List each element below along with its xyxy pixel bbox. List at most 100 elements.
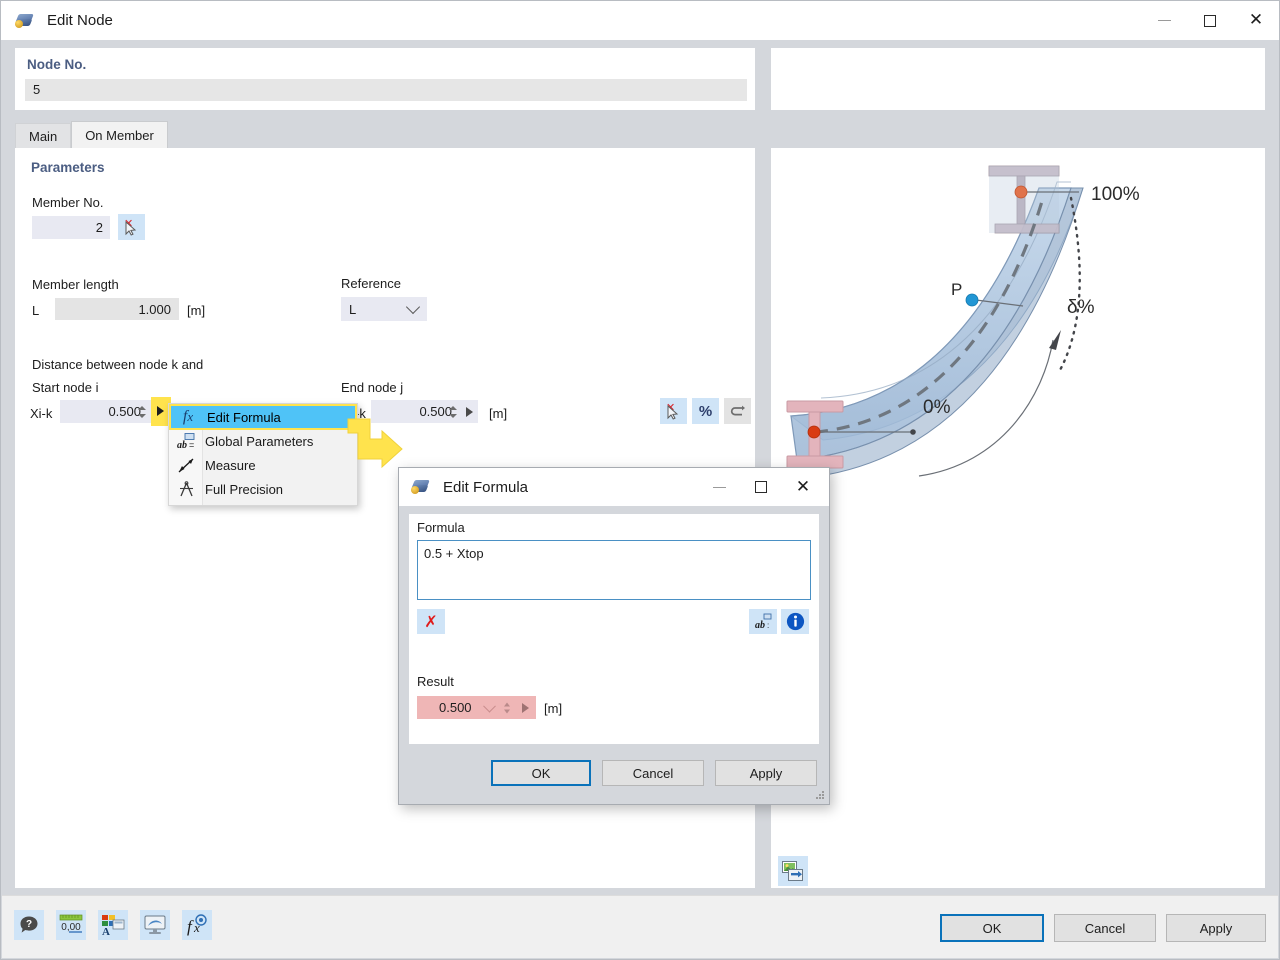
play-arrow-icon <box>157 406 164 416</box>
pick-cursor-button[interactable]: ✕ <box>660 398 687 424</box>
menu-item-edit-formula[interactable]: fx Edit Formula <box>170 405 356 429</box>
picture-button[interactable] <box>778 856 808 886</box>
dialog-title: Edit Formula <box>443 479 528 496</box>
svg-text:0,00: 0,00 <box>61 922 81 933</box>
title-bar: Edit Node ✕ <box>1 1 1279 40</box>
formula-label: Formula <box>417 520 465 535</box>
svg-text:ab: ab <box>177 440 187 450</box>
svg-text:f: f <box>187 917 194 936</box>
view-settings-button[interactable] <box>140 910 170 940</box>
node-header-right-panel <box>771 48 1265 110</box>
display-properties-button[interactable]: A <box>98 910 128 940</box>
reference-select[interactable]: L <box>341 297 427 321</box>
member-length-unit: [m] <box>187 303 205 318</box>
menu-item-label: Full Precision <box>205 482 283 497</box>
bottom-bar: ? 0,00 A <box>2 895 1278 958</box>
edit-node-window: Edit Node ✕ Node No. 5 Main On Member Pa… <box>0 0 1280 960</box>
svg-text:?: ? <box>26 919 32 930</box>
node-number-label: Node No. <box>27 57 86 72</box>
node-number-panel: Node No. 5 <box>15 48 755 110</box>
dialog-cancel-button[interactable]: Cancel <box>602 760 704 786</box>
tab-main[interactable]: Main <box>15 123 71 148</box>
menu-item-global-parameters[interactable]: ab = Global Parameters <box>169 429 357 453</box>
node-number-value: 5 <box>33 82 40 97</box>
dialog-body: Formula 0.5 + Xtop ✗ ab : <box>409 514 819 744</box>
dialog-ok-button[interactable]: OK <box>491 760 591 786</box>
member-length-value: 1.000 <box>55 302 179 317</box>
result-spinner[interactable] <box>504 701 512 714</box>
maximize-button[interactable] <box>1187 1 1233 40</box>
ab-equals-icon: ab = <box>176 431 196 451</box>
pick-cursor-icon: ✕ <box>123 219 140 236</box>
label-point-p: P <box>951 280 962 299</box>
chevron-down-icon <box>406 300 420 314</box>
reference-label: Reference <box>341 276 401 291</box>
result-label: Result <box>417 674 454 689</box>
dialog-maximize-button[interactable] <box>739 468 783 506</box>
diagram-panel: 100% δ% 0% P <box>771 148 1265 888</box>
decimal-places-icon: 0,00 <box>58 914 84 936</box>
node-number-field[interactable]: 5 <box>25 79 747 101</box>
percent-button[interactable]: % <box>692 398 719 424</box>
percent-icon: % <box>699 403 712 420</box>
parameters-heading: Parameters <box>31 160 105 175</box>
return-arrow-icon <box>729 405 746 418</box>
dialog-apply-button[interactable]: Apply <box>715 760 817 786</box>
help-button[interactable]: ? <box>14 910 44 940</box>
node-p <box>966 294 978 306</box>
distance-heading: Distance between node k and <box>32 357 203 372</box>
formula-input[interactable]: 0.5 + Xtop <box>417 540 811 600</box>
close-button[interactable]: ✕ <box>1233 1 1279 40</box>
red-x-icon: ✗ <box>424 614 437 630</box>
member-no-field[interactable]: 2 <box>32 216 110 239</box>
member-length-label: Member length <box>32 277 119 292</box>
fx-settings-button[interactable]: f x <box>182 910 212 940</box>
end-node-spinner[interactable] <box>449 405 458 419</box>
start-node-symbol: Xi-k <box>30 406 52 421</box>
decimal-places-button[interactable]: 0,00 <box>56 910 86 940</box>
resize-grip[interactable] <box>815 791 825 801</box>
dialog-title-bar: Edit Formula ✕ <box>399 468 829 506</box>
minimize-button[interactable] <box>1141 1 1187 40</box>
menu-item-full-precision[interactable]: Full Precision <box>169 477 357 501</box>
end-node-menu-arrow[interactable] <box>466 407 473 417</box>
picture-icon <box>782 861 804 881</box>
info-icon <box>786 612 805 631</box>
end-node-unit: [m] <box>489 406 507 421</box>
display-properties-icon: A <box>101 914 125 936</box>
compass-icon <box>176 479 196 499</box>
result-menu-arrow[interactable] <box>522 703 529 713</box>
svg-text:ab: ab <box>755 620 765 631</box>
result-field[interactable]: 0.500 <box>417 696 536 719</box>
main-cancel-button[interactable]: Cancel <box>1054 914 1156 942</box>
view-settings-icon <box>143 914 167 936</box>
help-balloon-icon: ? <box>19 915 39 935</box>
svg-text::: : <box>767 621 769 630</box>
info-button[interactable] <box>781 609 809 634</box>
fx-icon: fx <box>178 407 198 427</box>
tab-on-member[interactable]: On Member <box>71 121 168 148</box>
reference-value: L <box>341 302 356 317</box>
dialog-close-button[interactable]: ✕ <box>781 468 825 506</box>
menu-item-measure[interactable]: Measure <box>169 453 357 477</box>
formula-value: 0.5 + Xtop <box>424 546 484 561</box>
edit-formula-dialog: Edit Formula ✕ Formula 0.5 + Xtop ✗ ab : <box>398 467 830 805</box>
label-100-percent: 100% <box>1091 184 1140 205</box>
dialog-minimize-button[interactable] <box>697 468 741 506</box>
main-apply-button[interactable]: Apply <box>1166 914 1266 942</box>
parameters-button[interactable]: ab : <box>749 609 777 634</box>
select-member-button[interactable]: ✕ <box>118 214 145 240</box>
start-node-spinner[interactable] <box>138 405 147 419</box>
delete-formula-button[interactable]: ✗ <box>417 609 445 634</box>
svg-text:=: = <box>189 440 194 450</box>
start-node-label: Start node i <box>32 380 99 395</box>
node-bottom <box>808 426 820 438</box>
window-title: Edit Node <box>47 12 113 29</box>
node-top <box>1015 186 1027 198</box>
app-cube-icon <box>15 10 37 32</box>
svg-text:A: A <box>102 926 110 936</box>
main-ok-button[interactable]: OK <box>940 914 1044 942</box>
end-node-label: End node j <box>341 380 403 395</box>
context-menu: fx Edit Formula ab = Global Parameters <box>168 403 358 506</box>
member-length-symbol: L <box>32 303 39 318</box>
